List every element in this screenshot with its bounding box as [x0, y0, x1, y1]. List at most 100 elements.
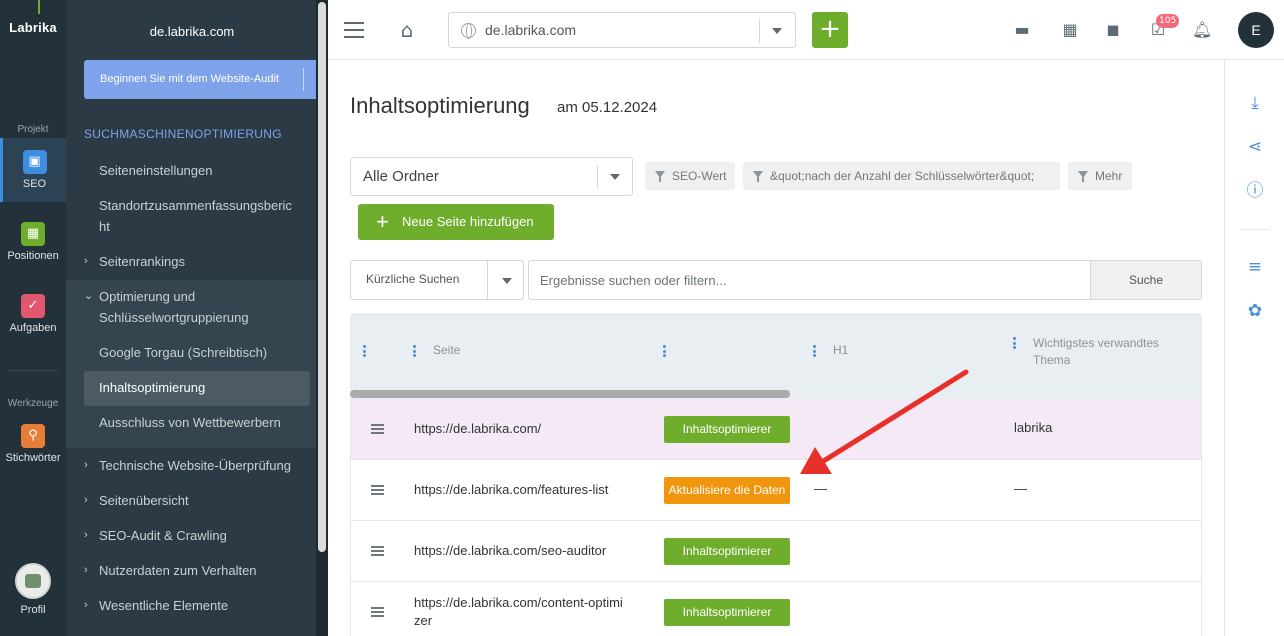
page-url[interactable]: https://de.labrika.com/seo-auditor [414, 542, 606, 560]
column-menu-icon[interactable] [1013, 337, 1016, 349]
app-rail: Labrika Projekt ▣ SEO ▦ Positionen ✓ Auf… [0, 0, 66, 636]
calendar-icon[interactable]: ▦ [1060, 20, 1080, 40]
page-url-line: https://de.labrika.com/content-optimi [414, 595, 623, 610]
sidebar-item-standortzusammenfassung[interactable]: Standortzusammenfassungsberic ht [99, 195, 314, 237]
status-button[interactable]: Inhaltsoptimierer [664, 416, 790, 443]
download-icon[interactable]: ⤓ [1244, 92, 1266, 114]
settings-icon[interactable]: ✿ [1244, 300, 1266, 322]
filter-icon [1078, 171, 1088, 182]
page-url[interactable]: https://de.labrika.com/features-list [414, 481, 608, 499]
rail-label-profil[interactable]: Profil [0, 604, 66, 616]
sidebar-item-seiteneinstellungen[interactable]: Seiteneinstellungen [99, 160, 314, 181]
folder-select-divider [597, 166, 598, 188]
sidebar-item-label: Optimierung und [99, 289, 196, 304]
chevron-right-icon: › [84, 599, 88, 611]
update-data-button[interactable]: Aktualisiere die Daten [664, 477, 790, 504]
page-url[interactable]: https://de.labrika.com/content-optimi ze… [414, 594, 623, 630]
app-logo[interactable]: Labrika [0, 20, 66, 35]
folder-select-value: Alle Ordner [363, 168, 439, 185]
recent-searches-divider [487, 261, 488, 299]
home-icon[interactable]: ⌂ [396, 19, 418, 41]
sidebar-item-optimierung[interactable]: ⌄ Optimierung und Schlüsselwortgruppieru… [84, 286, 299, 328]
sidebar-item-label: Nutzerdaten zum Verhalten [99, 563, 257, 578]
sidebar-item-google-torgau[interactable]: Google Torgau (Schreibtisch) [99, 342, 314, 363]
domain-select[interactable]: de.labrika.com [448, 12, 796, 48]
sidebar-item-seitenuebersicht[interactable]: › Seitenübersicht [84, 490, 299, 511]
filter-chip-label: &quot;nach der Anzahl der Schlüsselwörte… [770, 169, 1035, 183]
chevron-right-icon: › [84, 529, 88, 541]
table-horizontal-scrollbar[interactable] [350, 389, 1202, 399]
share-icon[interactable]: ⋖ [1244, 136, 1266, 158]
menu-icon[interactable] [344, 22, 364, 38]
check-icon: ✓ [21, 294, 45, 318]
user-avatar[interactable]: E [1238, 12, 1274, 48]
filter-chip-mehr[interactable]: Mehr [1068, 162, 1132, 190]
list-icon[interactable]: ≡ [1244, 256, 1266, 278]
column-menu-icon[interactable] [813, 345, 816, 357]
drag-handle-icon[interactable] [371, 424, 384, 434]
sidebar-item-technische-pruefung[interactable]: › Technische Website-Überprüfung [84, 455, 299, 476]
notification-badge: 105 [1156, 14, 1180, 28]
sidebar-item-wesentliche-elemente[interactable]: › Wesentliche Elemente [84, 595, 299, 616]
page-url-line: zer [414, 613, 433, 628]
bell-icon[interactable]: 🔔︎ [1192, 20, 1212, 40]
column-header-topic[interactable]: Wichtigstes verwandtes Thema [1033, 335, 1159, 369]
domain-select-divider [759, 19, 760, 43]
sidebar-item-inhaltsoptimierung[interactable]: Inhaltsoptimierung [99, 377, 314, 398]
recent-searches-select[interactable]: Kürzliche Suchen [350, 260, 524, 300]
table-row[interactable]: https://de.labrika.com/content-optimi ze… [350, 582, 1202, 636]
sidebar-item-seo-audit[interactable]: › SEO-Audit & Crawling [84, 525, 299, 546]
add-new-page-button[interactable]: + Neue Seite hinzufügen [358, 204, 554, 240]
filter-chip-keywords[interactable]: &quot;nach der Anzahl der Schlüsselwörte… [743, 162, 1060, 190]
table-row[interactable]: https://de.labrika.com/features-list Akt… [350, 460, 1202, 521]
column-menu-icon[interactable] [663, 345, 666, 357]
drag-handle-icon[interactable] [371, 546, 384, 556]
right-toolbar: ⤓ ⋖ ⓘ ≡ ✿ [1224, 60, 1284, 636]
filter-icon [753, 171, 763, 182]
sidebar-scrollbar-thumb[interactable] [318, 2, 326, 552]
table-row[interactable]: https://de.labrika.com/ Inhaltsoptimiere… [350, 399, 1202, 460]
rail-label-positionen: Positionen [7, 250, 59, 262]
topbar: ⌂ de.labrika.com + ▬ ▦ ◼ ☑ 105 🔔︎ E [328, 0, 1284, 60]
status-button[interactable]: Inhaltsoptimierer [664, 538, 790, 565]
page-date: am 05.12.2024 [557, 99, 658, 116]
folder-select[interactable]: Alle Ordner [350, 157, 633, 196]
rail-item-stichwoerter[interactable]: ⚲ Stichwörter [0, 412, 66, 476]
chevron-right-icon: › [84, 459, 88, 471]
h1-cell: — [814, 481, 827, 496]
column-menu-icon[interactable] [363, 345, 366, 357]
add-button[interactable]: + [812, 12, 848, 48]
page-url[interactable]: https://de.labrika.com/ [414, 420, 541, 438]
drag-handle-icon[interactable] [371, 485, 384, 495]
profile-avatar[interactable] [15, 563, 51, 599]
filter-chip-seo-wert[interactable]: SEO-Wert [645, 162, 735, 190]
search-input[interactable] [528, 260, 1091, 300]
help-icon[interactable]: ⓘ [1244, 180, 1266, 202]
sidebar-item-ausschluss[interactable]: Ausschluss von Wettbewerbern [99, 412, 314, 433]
sidebar-item-nutzerdaten[interactable]: › Nutzerdaten zum Verhalten [84, 560, 299, 581]
filter-chip-label: SEO-Wert [672, 169, 727, 183]
sidebar-item-seitenrankings[interactable]: › Seitenrankings [84, 251, 299, 272]
column-header-seite[interactable]: Seite [433, 342, 460, 359]
start-audit-button[interactable]: Beginnen Sie mit dem Website-Audit [84, 60, 324, 99]
chat-icon[interactable]: ◼ [1103, 20, 1123, 40]
column-menu-icon[interactable] [413, 345, 416, 357]
rail-label-aufgaben: Aufgaben [9, 322, 57, 334]
sidebar-item-label: Schlüsselwortgruppierung [99, 310, 249, 325]
chevron-down-icon [610, 174, 620, 180]
column-header-h1[interactable]: H1 [833, 342, 848, 359]
drag-handle-icon[interactable] [371, 607, 384, 617]
rail-item-aufgaben[interactable]: ✓ Aufgaben [0, 282, 66, 346]
filter-chip-label: Mehr [1095, 169, 1123, 183]
topic-cell: labrika [1014, 420, 1053, 435]
rail-item-seo[interactable]: ▣ SEO [0, 138, 66, 202]
status-button[interactable]: Inhaltsoptimierer [664, 599, 790, 626]
search-button[interactable]: Suche [1090, 260, 1202, 300]
sidebar-item-label: Technische Website-Überprüfung [99, 458, 291, 473]
rail-item-positionen[interactable]: ▦ Positionen [0, 210, 66, 274]
chevron-down-icon [772, 28, 782, 34]
table-row[interactable]: https://de.labrika.com/seo-auditor Inhal… [350, 521, 1202, 582]
table-scrollbar-thumb[interactable] [350, 390, 790, 398]
briefcase-icon[interactable]: ▬ [1012, 20, 1032, 40]
sidebar-item-label: ht [99, 219, 110, 234]
